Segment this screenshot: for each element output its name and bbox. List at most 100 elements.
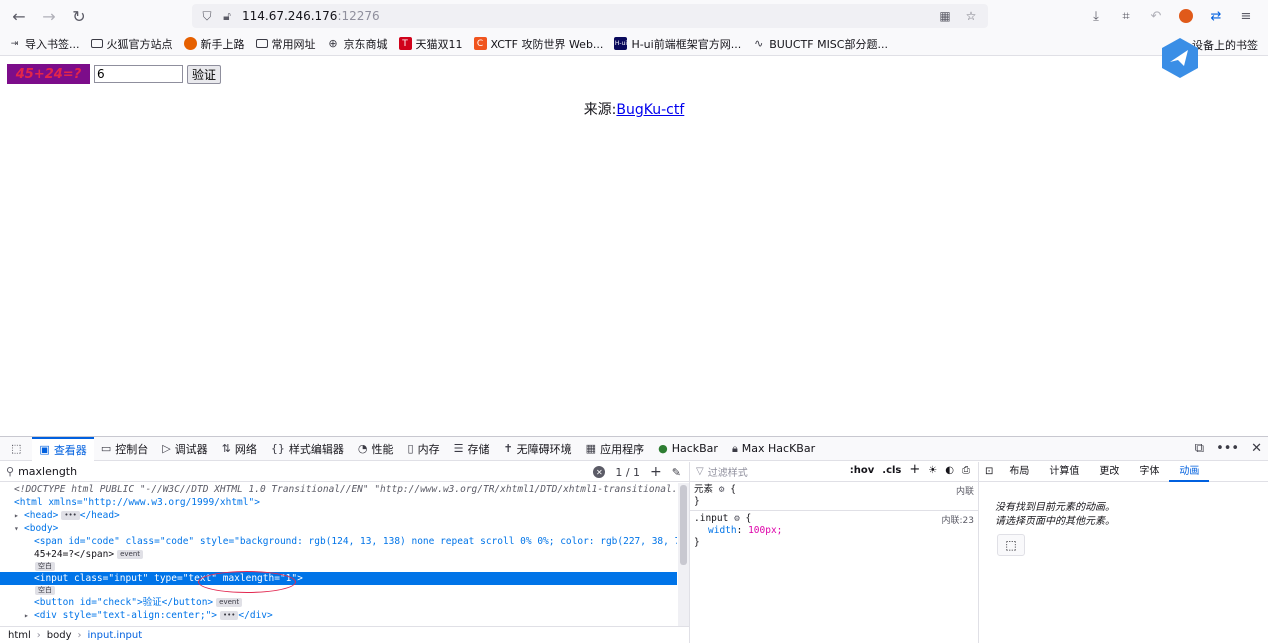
forward-arrow-icon[interactable]: → xyxy=(34,1,64,31)
bookmark-folder[interactable]: 常用网址 xyxy=(255,36,316,52)
tab-animations[interactable]: 动画 xyxy=(1169,462,1210,482)
breadcrumb-input[interactable]: input.input xyxy=(88,630,143,641)
collapse-arrow-icon[interactable]: ▾ xyxy=(14,522,24,535)
devtools-tab-bar: ⬚ ▣ 查看器 ▭ 控制台 ▷ 调试器 ⇅ 网络 {} 样式编辑器 ◔ 性能 ▯ 内存 ☰ 存储… xyxy=(0,436,1268,461)
event-badge[interactable]: event xyxy=(216,598,243,607)
hov-toggle[interactable]: :hov xyxy=(850,465,875,476)
inspector-pane: ⚲ maxlength ✕ 1 / 1 + ✎ <!DOCTYPE html P… xyxy=(0,462,690,643)
expand-arrow-icon[interactable]: ▸ xyxy=(14,509,24,522)
tab-debugger[interactable]: ▷ 调试器 xyxy=(155,437,214,461)
insecure-lock-icon[interactable]: 🔓︎ xyxy=(218,7,236,25)
reload-icon[interactable]: ↻ xyxy=(64,1,94,31)
tab-memory[interactable]: ▯ 内存 xyxy=(401,437,447,461)
filter-styles[interactable]: ▽ 过滤样式 :hov .cls + ☀ ◐ ⎙ xyxy=(690,462,978,482)
bookmark-jd[interactable]: ⊕ 京东商城 xyxy=(327,36,387,52)
tab-console[interactable]: ▭ 控制台 xyxy=(94,437,155,461)
tab-application[interactable]: ▦ 应用程序 xyxy=(579,437,651,461)
markup-scrollbar[interactable] xyxy=(678,483,689,626)
tab-accessibility[interactable]: ✝ 无障碍环境 xyxy=(496,437,578,461)
gear-icon[interactable]: ⚙ xyxy=(719,484,725,495)
tab-computed[interactable]: 计算值 xyxy=(1039,462,1089,482)
element-picker-icon[interactable]: ⬚ xyxy=(997,534,1025,556)
bookmark-xctf[interactable]: C XCTF 攻防世界 Web... xyxy=(473,36,603,52)
breadcrumb-html[interactable]: html xyxy=(8,630,31,641)
close-icon[interactable]: ✕ xyxy=(1251,441,1262,456)
tab-storage[interactable]: ☰ 存储 xyxy=(447,437,497,461)
import-icon: ⇥ xyxy=(10,38,19,49)
gear-icon[interactable]: ⚙ xyxy=(734,513,740,524)
bookmark-buuctf[interactable]: ∿ BUUCTF MISC部分题... xyxy=(752,36,888,52)
search-input[interactable]: maxlength xyxy=(18,465,77,478)
check-button[interactable]: 验证 xyxy=(187,65,222,84)
layout-icon[interactable]: ⊡ xyxy=(979,462,999,482)
clear-search-icon[interactable]: ✕ xyxy=(593,466,606,478)
rules-pane: ▽ 过滤样式 :hov .cls + ☀ ◐ ⎙ 元素 ⚙ { } 内联 .in… xyxy=(690,462,979,643)
markup-html[interactable]: <html xmlns="http://www.w3.org/1999/xhtm… xyxy=(0,496,677,509)
tab-style-editor[interactable]: {} 样式编辑器 xyxy=(264,437,351,461)
shield-icon[interactable]: ⛉ xyxy=(198,7,216,25)
input-rule[interactable]: .input ⚙ { width: 100px; } 内联:23 xyxy=(690,511,978,551)
bird-logo-icon[interactable] xyxy=(1158,36,1202,80)
bookmark-hui[interactable]: H-ui H-ui前端框架官方网... xyxy=(614,36,741,52)
markup-head[interactable]: ▸ <head> ••• </head> xyxy=(0,509,677,522)
accessibility-icon: ✝ xyxy=(503,442,513,455)
bugku-link[interactable]: BugKu-ctf xyxy=(616,102,684,118)
firefox-icon xyxy=(183,37,197,50)
markup-button[interactable]: <button id="check">验证</button> event xyxy=(0,596,677,609)
event-badge[interactable]: event xyxy=(117,550,144,559)
url-port: :12276 xyxy=(337,9,380,23)
add-node-icon[interactable]: + xyxy=(650,464,662,480)
extension-icon[interactable] xyxy=(1174,4,1198,28)
sync-icon[interactable]: ⇄ xyxy=(1204,4,1228,28)
highlight-annotation xyxy=(198,571,296,593)
bookmark-folder[interactable]: 火狐官方站点 xyxy=(90,36,173,52)
braces-icon: {} xyxy=(270,442,285,455)
light-mode-icon[interactable]: ☀ xyxy=(928,465,937,476)
tab-layout[interactable]: 布局 xyxy=(999,462,1039,482)
markup-body[interactable]: ▾ <body> xyxy=(0,522,677,535)
expand-arrow-icon[interactable]: ▸ xyxy=(24,609,34,622)
more-options-icon[interactable]: ••• xyxy=(1216,441,1239,456)
tab-changes[interactable]: 更改 xyxy=(1089,462,1129,482)
answer-input[interactable] xyxy=(94,65,183,83)
xctf-icon: C xyxy=(473,37,487,50)
add-rule-icon[interactable]: + xyxy=(909,463,920,476)
dock-icon[interactable]: ⧉ xyxy=(1195,441,1204,456)
markup-span[interactable]: <span id="code" class="code" style="back… xyxy=(0,535,677,548)
cls-toggle[interactable]: .cls xyxy=(882,465,901,476)
qr-code-icon[interactable]: ▦ xyxy=(936,7,954,25)
eyedropper-icon[interactable]: ✎ xyxy=(672,466,681,479)
element-rule[interactable]: 元素 ⚙ { } 内联 xyxy=(690,482,978,511)
markup-input-selected[interactable]: <input class="input" type="text" maxleng… xyxy=(0,572,677,585)
storage-icon: ☰ xyxy=(453,442,464,455)
search-count: 1 / 1 xyxy=(615,465,641,479)
menu-icon[interactable]: ≡ xyxy=(1234,4,1258,28)
star-bookmark-icon[interactable]: ☆ xyxy=(962,7,980,25)
markup-div[interactable]: ▸ <div style="text-align:center;"> ••• </di… xyxy=(0,609,677,622)
download-icon[interactable]: ⤓ xyxy=(1084,4,1108,28)
tab-performance[interactable]: ◔ 性能 xyxy=(351,437,401,461)
url-bar[interactable]: ⛉ 🔓︎ 114.67.246.176:12276 ▦ ☆ xyxy=(192,4,988,28)
bookmark-import[interactable]: ⇥ 导入书签... xyxy=(8,36,80,52)
print-icon[interactable]: ⎙ xyxy=(962,465,970,476)
search-icon: ⚲ xyxy=(6,465,15,478)
tab-hackbar[interactable]: ● HackBar xyxy=(651,437,725,461)
bookmark-tmall[interactable]: T 天猫双11 xyxy=(398,36,463,52)
globe-icon: ⊕ xyxy=(328,37,338,50)
markup-doctype[interactable]: <!DOCTYPE html PUBLIC "-//W3C//DTD XHTML… xyxy=(0,483,677,496)
select-element-hint: 请选择页面中的其他元素。 xyxy=(995,516,1115,527)
dark-mode-icon[interactable]: ◐ xyxy=(945,465,954,476)
undo-icon[interactable]: ↶ xyxy=(1144,4,1168,28)
tab-fonts[interactable]: 字体 xyxy=(1129,462,1169,482)
crop-icon[interactable]: ⌗ xyxy=(1114,4,1138,28)
markup-search[interactable]: ⚲ maxlength ✕ 1 / 1 + ✎ xyxy=(0,462,689,482)
markup-tree: <!DOCTYPE html PUBLIC "-//W3C//DTD XHTML… xyxy=(0,483,677,626)
breadcrumb-body[interactable]: body xyxy=(47,630,72,641)
tab-inspector[interactable]: ▣ 查看器 xyxy=(32,436,94,461)
tab-network[interactable]: ⇅ 网络 xyxy=(215,437,264,461)
markup-span-text[interactable]: 45+24=?</span> event xyxy=(0,548,677,561)
tab-max-hackbar[interactable]: 🔒︎ Max HacKBar xyxy=(725,437,822,461)
element-picker-icon[interactable]: ⬚ xyxy=(4,437,32,461)
back-arrow-icon[interactable]: ← xyxy=(4,1,34,31)
bookmark-firefox[interactable]: 新手上路 xyxy=(183,36,245,52)
